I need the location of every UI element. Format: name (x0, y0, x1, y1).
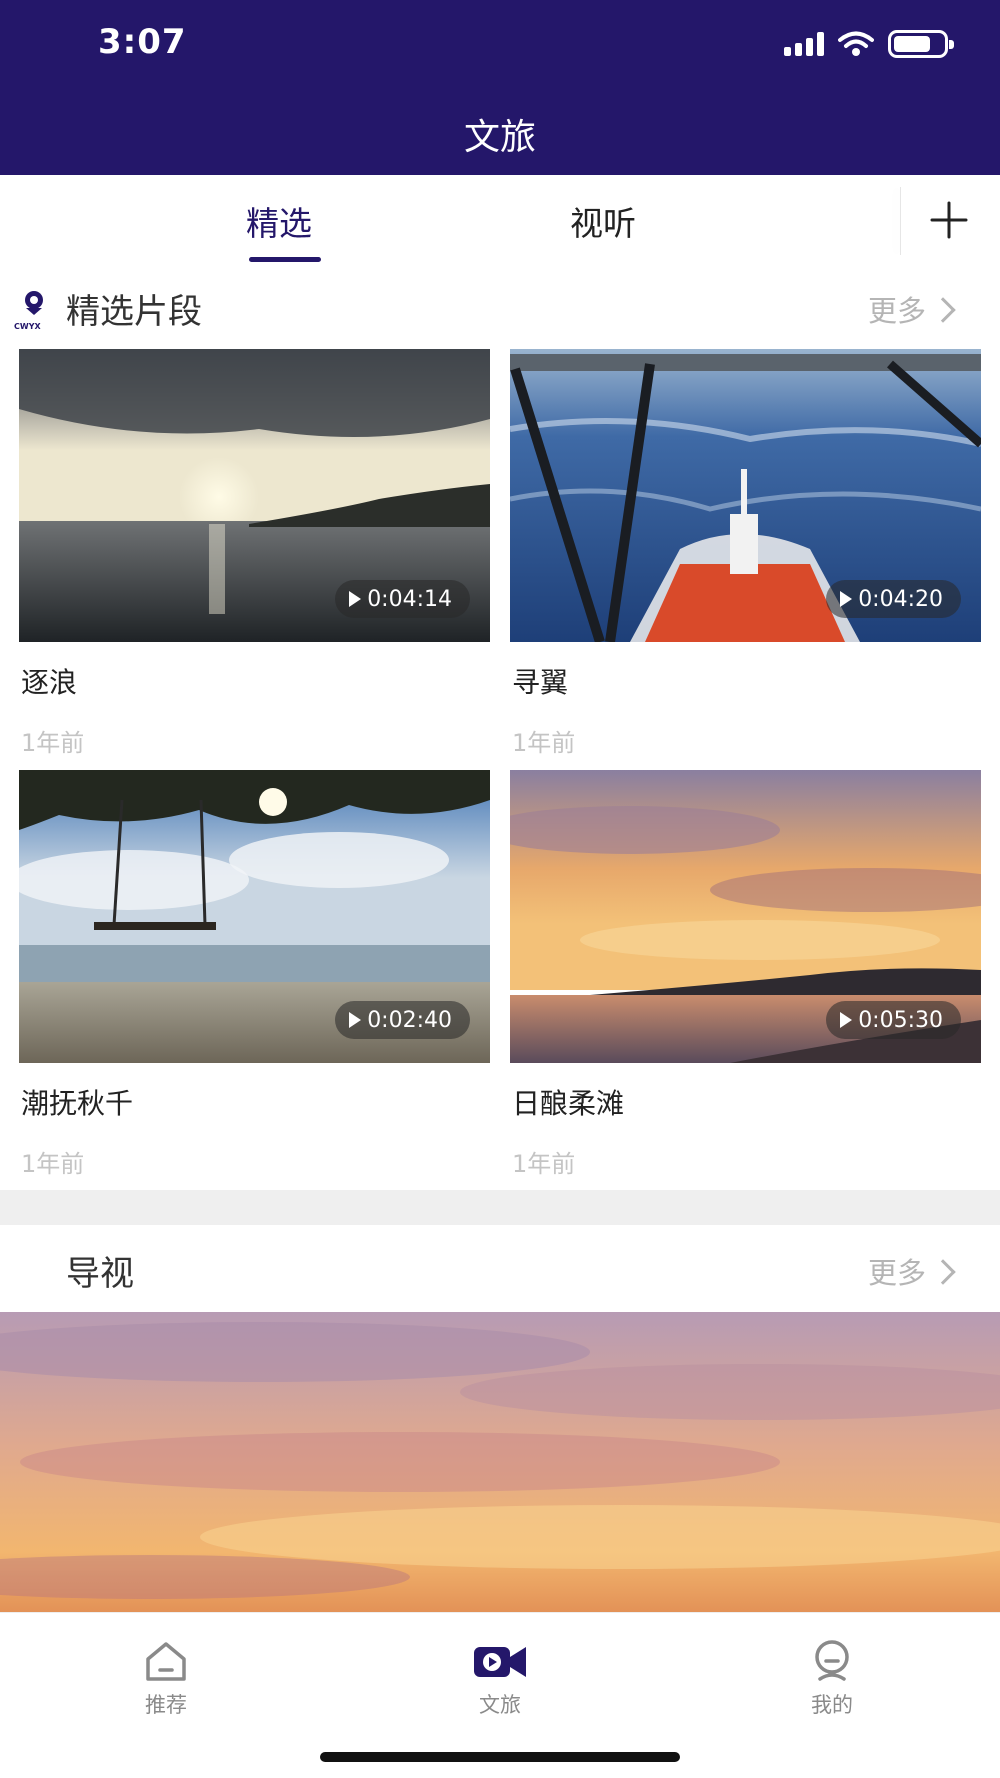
nav-item-mine[interactable]: 我的 (772, 1639, 892, 1719)
video-age: 1年前 (512, 1150, 576, 1178)
video-title: 寻翼 (512, 666, 569, 699)
tab-featured[interactable]: 精选 (246, 197, 312, 245)
duration-text: 0:02:40 (367, 1007, 452, 1033)
video-age: 1年前 (21, 1150, 85, 1178)
home-indicator[interactable] (320, 1752, 680, 1762)
brand-logo-icon (18, 291, 50, 323)
video-duration-badge: 0:05:30 (826, 1001, 961, 1039)
featured-section-title: 精选片段 (66, 292, 202, 332)
video-card[interactable]: 0:04:20 寻翼 1年前 (510, 349, 981, 759)
video-title: 日酿柔滩 (512, 1087, 625, 1120)
video-card[interactable]: 0:05:30 日酿柔滩 1年前 (510, 770, 981, 1180)
more-label: 更多 (867, 1256, 926, 1290)
tab-audiovisual[interactable]: 视听 (570, 197, 636, 245)
featured-section-header: CWYX 精选片段 更多 (0, 266, 1000, 346)
video-title: 逐浪 (21, 666, 78, 699)
brand-logo-text: CWYX (14, 322, 41, 331)
nav-label: 文旅 (479, 1693, 521, 1717)
guide-section-header: 导视 更多 (0, 1228, 1000, 1308)
section-divider (0, 1190, 1000, 1225)
tabs-divider (900, 187, 901, 255)
video-thumbnail[interactable]: 0:04:14 (19, 349, 490, 642)
play-icon (349, 1012, 362, 1028)
guide-banner-image[interactable] (0, 1312, 1000, 1612)
nav-item-recommend[interactable]: 推荐 (106, 1639, 226, 1719)
nav-label: 我的 (811, 1693, 853, 1717)
status-icons (784, 30, 954, 58)
guide-section-title: 导视 (66, 1254, 134, 1294)
user-icon (815, 1640, 849, 1681)
chevron-right-icon (930, 297, 956, 323)
duration-text: 0:04:14 (367, 586, 452, 612)
video-age: 1年前 (21, 729, 85, 757)
duration-text: 0:04:20 (858, 586, 943, 612)
app-header: 3:07 文旅 (0, 0, 1000, 175)
guide-more-link[interactable]: 更多 (867, 1250, 956, 1292)
nav-label: 推荐 (145, 1693, 187, 1717)
video-duration-badge: 0:04:14 (335, 580, 470, 618)
video-card[interactable]: 0:04:14 逐浪 1年前 (19, 349, 490, 759)
play-icon (840, 1012, 853, 1028)
video-camera-icon (474, 1647, 526, 1677)
video-duration-badge: 0:02:40 (335, 1001, 470, 1039)
wifi-icon (838, 31, 874, 56)
play-icon (349, 591, 362, 607)
video-thumbnail[interactable]: 0:02:40 (19, 770, 490, 1063)
duration-text: 0:05:30 (858, 1007, 943, 1033)
video-title: 潮抚秋千 (21, 1087, 134, 1120)
cellular-signal-icon (784, 32, 824, 56)
add-tab-icon[interactable] (930, 201, 968, 239)
video-duration-badge: 0:04:20 (826, 580, 961, 618)
page-title: 文旅 (463, 117, 536, 158)
more-label: 更多 (867, 294, 926, 328)
active-tab-indicator (249, 257, 321, 262)
battery-icon (888, 30, 954, 58)
play-icon (840, 591, 853, 607)
home-icon (146, 1642, 186, 1681)
category-tabs: 精选 视听 (0, 175, 1000, 265)
video-age: 1年前 (512, 729, 576, 757)
sunset-sky-image (0, 1312, 1000, 1612)
featured-more-link[interactable]: 更多 (867, 288, 956, 330)
video-thumbnail[interactable]: 0:05:30 (510, 770, 981, 1063)
video-thumbnail[interactable]: 0:04:20 (510, 349, 981, 642)
status-time: 3:07 (98, 22, 187, 62)
nav-item-culture-travel[interactable]: 文旅 (440, 1639, 560, 1719)
video-card[interactable]: 0:02:40 潮抚秋千 1年前 (19, 770, 490, 1180)
chevron-right-icon (930, 1259, 956, 1285)
